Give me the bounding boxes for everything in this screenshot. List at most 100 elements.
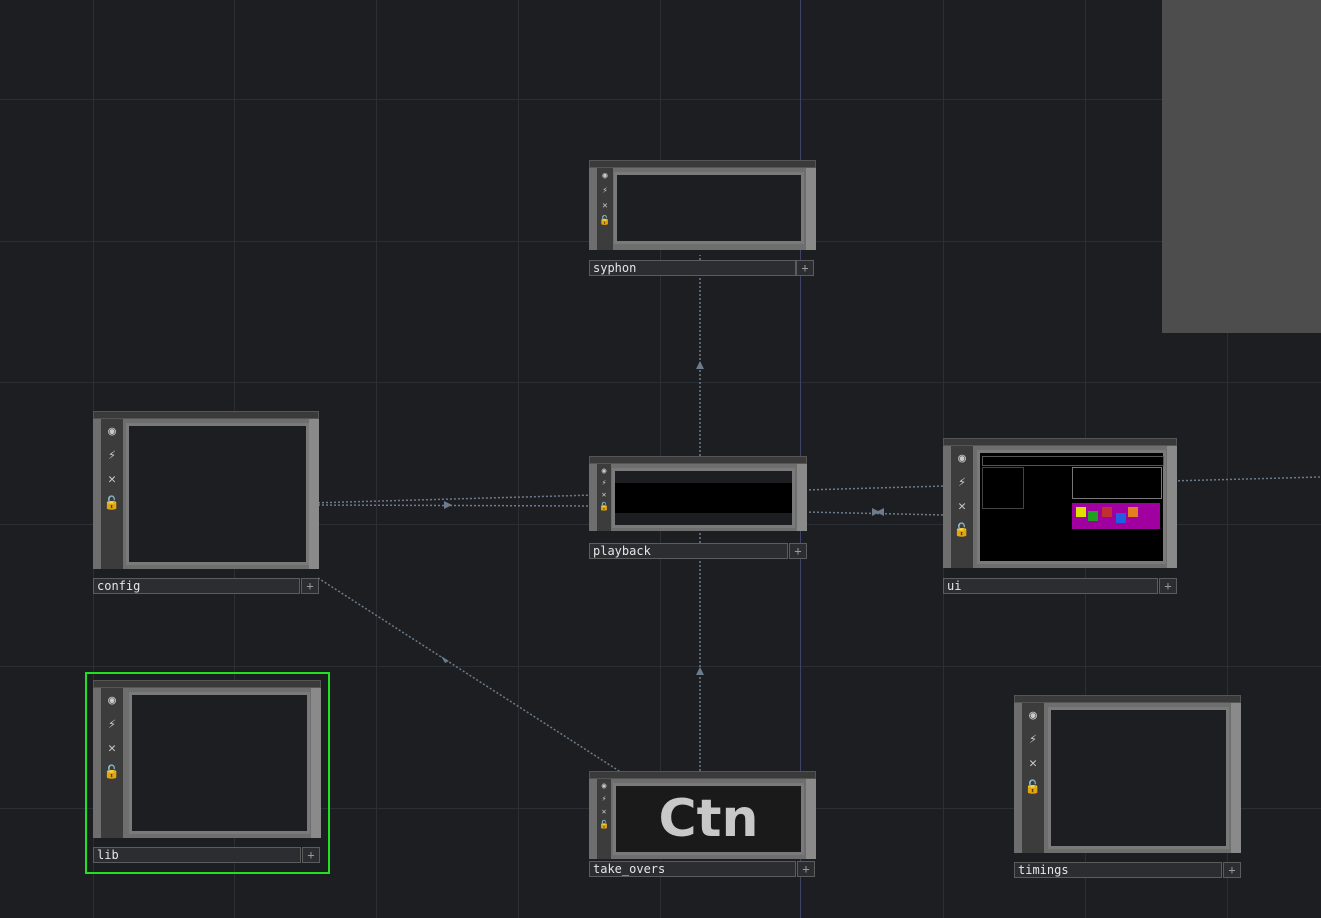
node-input-bar[interactable] (589, 771, 816, 779)
node-body: ◉ ⚡ ✕ 🔓 (1014, 703, 1241, 853)
lock-icon[interactable]: 🔓 (597, 213, 613, 228)
node-body: ◉ ⚡ ✕ 🔓 (943, 446, 1177, 568)
node-viewer[interactable] (1048, 707, 1229, 849)
ui-preview-swatch (1116, 513, 1126, 523)
ui-preview-swatch (1128, 507, 1138, 517)
node-icon-column: ◉ ⚡ ✕ 🔓 (951, 446, 973, 568)
wire-config-takeovers (317, 577, 631, 779)
ui-preview-panel (1072, 467, 1162, 499)
wire-arrow (444, 501, 452, 509)
viewer-strip (615, 471, 792, 483)
node-output-bar[interactable] (797, 464, 807, 531)
node-input-bar[interactable] (93, 680, 321, 688)
cook-icon[interactable]: ⚡ (1022, 727, 1044, 751)
node-viewer[interactable] (977, 450, 1166, 564)
node-add-button[interactable]: + (796, 260, 814, 276)
node-take-overs[interactable]: ◉ ⚡ ✕ 🔓 Ctn take_overs + (589, 771, 816, 879)
bypass-icon[interactable]: ✕ (597, 198, 613, 213)
node-label[interactable]: take_overs (589, 861, 796, 877)
viewer-icon[interactable]: ◉ (1022, 703, 1044, 727)
node-label[interactable]: playback (589, 543, 788, 559)
node-output-bar[interactable] (311, 688, 321, 838)
bypass-icon[interactable]: ✕ (597, 488, 611, 500)
lock-icon[interactable]: 🔓 (1022, 775, 1044, 799)
node-viewer[interactable]: Ctn (613, 783, 804, 855)
node-label[interactable]: lib (93, 847, 301, 863)
node-lib[interactable]: ◉ ⚡ ✕ 🔓 lib + (93, 680, 321, 866)
node-input-bar[interactable] (943, 438, 1177, 446)
node-add-button[interactable]: + (301, 578, 319, 594)
node-add-button[interactable]: + (1159, 578, 1177, 594)
node-label[interactable]: syphon (589, 260, 796, 276)
node-add-button[interactable]: + (302, 847, 320, 863)
viewer-icon[interactable]: ◉ (597, 168, 613, 183)
node-input-bar[interactable] (1014, 695, 1241, 703)
node-config[interactable]: ◉ ⚡ ✕ 🔓 config + (93, 411, 319, 597)
node-input-bar[interactable] (589, 456, 807, 464)
node-label[interactable]: timings (1014, 862, 1222, 878)
node-add-button[interactable]: + (797, 861, 815, 877)
cook-icon[interactable]: ⚡ (101, 443, 123, 467)
node-icon-column: ◉ ⚡ ✕ 🔓 (1022, 703, 1044, 853)
node-body: ◉ ⚡ ✕ 🔓 (93, 688, 321, 838)
node-icon-column: ◉ ⚡ ✕ 🔓 (101, 419, 123, 569)
wire-playback-ui (804, 485, 946, 491)
lock-icon[interactable]: 🔓 (951, 518, 973, 542)
bypass-icon[interactable]: ✕ (1022, 751, 1044, 775)
node-viewer[interactable] (614, 172, 804, 244)
node-output-bar[interactable] (309, 419, 319, 569)
network-editor-canvas[interactable]: ◉ ⚡ ✕ 🔓 syphon + ◉ ⚡ ✕ 🔓 config + ◉ ⚡ ✕ … (0, 0, 1321, 918)
wire-config-playback-2 (309, 504, 596, 507)
node-icon-column: ◉ ⚡ ✕ 🔓 (597, 168, 613, 250)
node-syphon[interactable]: ◉ ⚡ ✕ 🔓 syphon + (589, 160, 816, 278)
node-add-button[interactable]: + (789, 543, 807, 559)
wire-ui-out (1169, 476, 1321, 482)
node-icon-column: ◉ ⚡ ✕ 🔓 (597, 779, 611, 859)
bypass-icon[interactable]: ✕ (951, 494, 973, 518)
wire-arrow (441, 656, 449, 663)
cook-icon[interactable]: ⚡ (597, 792, 611, 805)
viewer-icon[interactable]: ◉ (597, 464, 611, 476)
node-body: ◉ ⚡ ✕ 🔓 (93, 419, 319, 569)
node-label[interactable]: config (93, 578, 300, 594)
node-timings[interactable]: ◉ ⚡ ✕ 🔓 timings + (1014, 695, 1241, 880)
lock-icon[interactable]: 🔓 (597, 500, 611, 512)
wire-arrow (876, 508, 884, 516)
node-label[interactable]: ui (943, 578, 1158, 594)
node-output-bar[interactable] (1167, 446, 1177, 568)
node-viewer[interactable] (612, 468, 795, 528)
node-output-bar[interactable] (806, 168, 816, 250)
viewer-text: Ctn (658, 789, 759, 849)
bypass-icon[interactable]: ✕ (101, 467, 123, 491)
ui-preview-panel (982, 467, 1024, 509)
ui-preview-swatches (1072, 503, 1160, 529)
lock-icon[interactable]: 🔓 (101, 491, 123, 515)
ui-preview-bar (982, 456, 1164, 466)
viewer-icon[interactable]: ◉ (101, 688, 123, 712)
node-icon-column: ◉ ⚡ ✕ 🔓 (597, 464, 611, 531)
node-ui[interactable]: ◉ ⚡ ✕ 🔓 ui + (943, 438, 1177, 596)
node-add-button[interactable]: + (1223, 862, 1241, 878)
ui-preview-swatch (1102, 507, 1112, 517)
node-input-bar[interactable] (589, 160, 816, 168)
viewer-icon[interactable]: ◉ (101, 419, 123, 443)
viewer-icon[interactable]: ◉ (951, 446, 973, 470)
node-body: ◉ ⚡ ✕ 🔓 (589, 168, 816, 250)
bypass-icon[interactable]: ✕ (597, 805, 611, 818)
cook-icon[interactable]: ⚡ (101, 712, 123, 736)
lock-icon[interactable]: 🔓 (101, 760, 123, 784)
cook-icon[interactable]: ⚡ (597, 183, 613, 198)
lock-icon[interactable]: 🔓 (597, 818, 611, 831)
node-input-bar[interactable] (93, 411, 319, 419)
ui-preview-swatch (1076, 507, 1086, 517)
bypass-icon[interactable]: ✕ (101, 736, 123, 760)
node-body: ◉ ⚡ ✕ 🔓 (589, 464, 807, 531)
node-viewer[interactable] (129, 692, 310, 834)
viewer-icon[interactable]: ◉ (597, 779, 611, 792)
node-output-bar[interactable] (1231, 703, 1241, 853)
cook-icon[interactable]: ⚡ (597, 476, 611, 488)
node-viewer[interactable] (126, 423, 309, 565)
cook-icon[interactable]: ⚡ (951, 470, 973, 494)
node-output-bar[interactable] (806, 779, 816, 859)
node-playback[interactable]: ◉ ⚡ ✕ 🔓 playback + (589, 456, 807, 560)
